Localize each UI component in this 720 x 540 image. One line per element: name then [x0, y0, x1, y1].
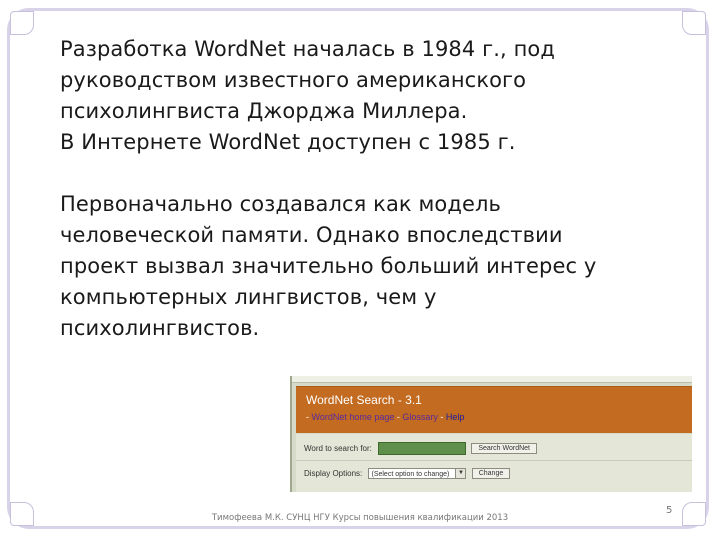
- paragraph-history: Разработка WordNet началась в 1984 г., п…: [60, 34, 680, 158]
- text-line: человеческой памяти. Однако впоследствии: [60, 223, 563, 247]
- frame-corner-bottom-right: [682, 502, 706, 526]
- wordnet-top-strip: [292, 376, 692, 383]
- text-line: проект вызвал значительно больший интере…: [60, 254, 597, 278]
- word-search-label: Word to search for:: [304, 444, 372, 453]
- display-options-value: (Select option to change): [371, 471, 450, 478]
- slide-footer: Тимофеева М.К. СУНЦ НГУ Курсы повышения …: [211, 513, 509, 523]
- wordnet-search-form: Word to search for: Search WordNet Displ…: [296, 434, 692, 492]
- help-link[interactable]: Help: [446, 412, 465, 422]
- slide-body-text: Разработка WordNet началась в 1984 г., п…: [60, 34, 680, 344]
- text-line: Первоначально создавался как модель: [60, 192, 502, 216]
- link-separator: -: [437, 412, 446, 422]
- slide: Разработка WordNet началась в 1984 г., п…: [0, 0, 720, 540]
- chevron-down-icon: ▼: [455, 469, 466, 478]
- glossary-link[interactable]: Glossary: [402, 412, 438, 422]
- text-line: руководством известного американского: [60, 68, 527, 92]
- word-search-input[interactable]: [378, 442, 467, 455]
- wordnet-header: WordNet Search - 3.1 - WordNet home page…: [296, 386, 692, 433]
- wordnet-title: WordNet Search - 3.1: [306, 393, 422, 407]
- text-line: психолингвистов.: [60, 316, 260, 340]
- paragraph-purpose: Первоначально создавался как модель чело…: [60, 189, 680, 344]
- wordnet-search-screenshot: WordNet Search - 3.1 - WordNet home page…: [290, 376, 692, 492]
- form-divider: [296, 460, 692, 461]
- text-line: В Интернете WordNet доступен с 1985 г.: [60, 130, 516, 154]
- wordnet-home-link[interactable]: WordNet home page: [312, 412, 395, 422]
- text-line: психолингвиста Джорджа Миллера.: [60, 99, 468, 123]
- frame-corner-top-right: [682, 11, 706, 35]
- change-button[interactable]: Change: [471, 468, 511, 479]
- display-options-label: Display Options:: [304, 469, 363, 478]
- search-wordnet-button[interactable]: Search WordNet: [471, 443, 537, 454]
- wordnet-nav-links: - WordNet home page - Glossary - Help: [306, 412, 464, 422]
- frame-corner-bottom-left: [10, 502, 34, 526]
- display-options-select[interactable]: (Select option to change) ▼: [368, 468, 467, 479]
- frame-corner-top-left: [10, 11, 34, 35]
- text-line: Разработка WordNet началась в 1984 г., п…: [60, 37, 555, 61]
- display-options-row: Display Options: (Select option to chang…: [304, 468, 511, 479]
- text-line: компьютерных лингвистов, чем у: [60, 285, 437, 309]
- word-search-row: Word to search for: Search WordNet: [304, 442, 537, 455]
- page-number: 5: [666, 505, 673, 516]
